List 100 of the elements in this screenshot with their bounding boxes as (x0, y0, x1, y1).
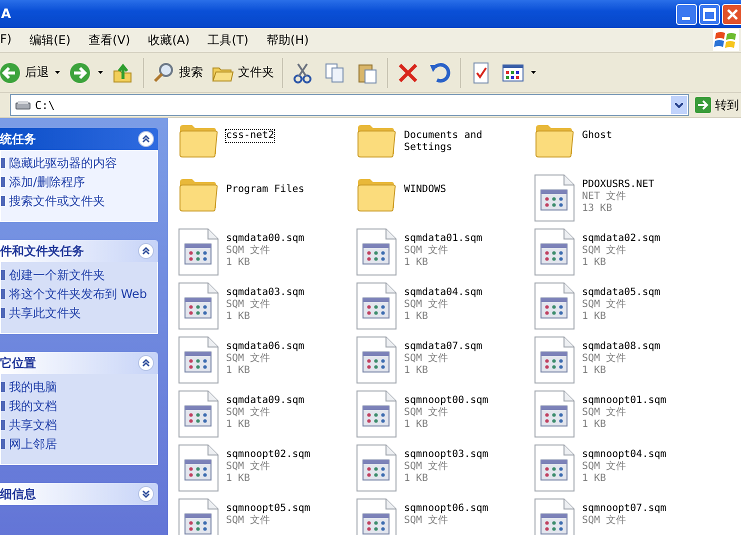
back-button[interactable]: 后退 (0, 58, 53, 86)
menu-item[interactable]: 收藏(A) (146, 32, 192, 48)
file-icon (178, 336, 220, 384)
task-link[interactable]: 添加/删除程序 (9, 175, 86, 190)
undo-icon (428, 60, 452, 84)
file-size: 1 KB (582, 419, 606, 431)
file-type: SQM 文件 (404, 461, 448, 473)
file-icon (356, 228, 398, 276)
task-pane-title: 它位置 (0, 354, 36, 372)
file-name[interactable]: Program Files (226, 184, 304, 196)
file-size: 1 KB (226, 419, 250, 431)
file-icon (356, 282, 398, 330)
search-button[interactable]: 搜索 (148, 58, 207, 86)
file-name[interactable]: Ghost (582, 130, 612, 142)
task-link[interactable]: 隐藏此驱动器的内容 (9, 156, 117, 171)
file-name[interactable]: sqmdata08.sqm (582, 341, 660, 353)
maximize-button[interactable] (699, 4, 720, 24)
expand-icon[interactable] (138, 486, 154, 502)
task-pane-header[interactable]: 它位置 (0, 352, 158, 374)
file-icon (534, 336, 576, 384)
file-name[interactable]: css-net2 (226, 130, 274, 142)
file-icon (534, 390, 576, 438)
file-icon (356, 336, 398, 384)
file-icon (178, 390, 220, 438)
file-name[interactable]: sqmdata05.sqm (582, 287, 660, 299)
close-button[interactable] (722, 4, 741, 24)
file-name[interactable]: sqmdata06.sqm (226, 341, 304, 353)
go-button[interactable]: 转到 (693, 96, 741, 114)
window-title: A (1, 6, 12, 22)
file-name[interactable]: sqmnoopt06.sqm (404, 503, 488, 515)
menu-item[interactable]: 编辑(E) (28, 32, 73, 48)
file-name[interactable]: Documents and Settings (404, 130, 514, 154)
task-link[interactable]: 搜索文件或文件夹 (9, 194, 105, 209)
file-size: 1 KB (404, 473, 428, 485)
file-type: SQM 文件 (226, 245, 270, 257)
task-pane-header[interactable]: 细信息 (0, 483, 158, 505)
task-pane-title: 细信息 (0, 486, 36, 502)
file-name[interactable]: sqmnoopt02.sqm (226, 449, 310, 461)
file-icon (356, 390, 398, 438)
chevron-down-icon (675, 102, 683, 108)
menu-item[interactable]: 工具(T) (206, 32, 250, 48)
collapse-icon[interactable] (138, 131, 154, 147)
task-link[interactable]: 创建一个新文件夹 (9, 268, 105, 283)
file-name[interactable]: sqmnoopt07.sqm (582, 503, 666, 515)
file-type: SQM 文件 (582, 461, 626, 473)
file-icon (178, 444, 220, 492)
task-link[interactable]: 将这个文件夹发布到 Web (9, 287, 147, 302)
file-name[interactable]: sqmdata03.sqm (226, 287, 304, 299)
file-name[interactable]: sqmnoopt00.sqm (404, 395, 488, 407)
file-name[interactable]: sqmnoopt04.sqm (582, 449, 666, 461)
file-name[interactable]: sqmdata09.sqm (226, 395, 304, 407)
windows-logo-icon (713, 29, 739, 51)
task-link[interactable]: 共享文档 (9, 418, 57, 433)
menu-item[interactable]: 帮助(H) (264, 32, 311, 48)
file-type: NET 文件 (582, 191, 626, 203)
file-size: 1 KB (582, 311, 606, 323)
file-type: SQM 文件 (582, 353, 626, 365)
collapse-icon[interactable] (138, 355, 154, 371)
close-icon (727, 8, 738, 20)
file-size: 1 KB (226, 257, 250, 269)
dropdown-button[interactable] (671, 96, 687, 114)
file-name[interactable]: sqmdata01.sqm (404, 233, 482, 245)
file-type: SQM 文件 (226, 515, 270, 527)
minimize-icon (682, 16, 690, 20)
task-link[interactable]: 我的电脑 (9, 380, 57, 395)
task-link[interactable]: 网上邻居 (9, 437, 57, 452)
file-name[interactable]: PDOXUSRS.NET (582, 179, 654, 191)
file-size: 1 KB (404, 311, 428, 323)
collapse-icon[interactable] (138, 243, 154, 259)
file-icon (178, 228, 220, 276)
file-size: 1 KB (404, 257, 428, 269)
file-name[interactable]: WINDOWS (404, 184, 446, 196)
address-field[interactable]: C:\ (10, 94, 689, 116)
minimize-button[interactable] (676, 4, 697, 24)
task-link[interactable]: 我的文档 (9, 399, 57, 414)
file-type: SQM 文件 (404, 299, 448, 311)
task-pane-header[interactable]: 件和文件夹任务 (0, 240, 158, 262)
forward-icon (68, 60, 92, 84)
task-pane-header[interactable]: 统任务 (0, 128, 158, 150)
file-size: 1 KB (226, 365, 250, 377)
search-icon (152, 60, 176, 84)
menu-item[interactable]: 查看(V) (86, 32, 132, 48)
file-name[interactable]: sqmdata02.sqm (582, 233, 660, 245)
file-name[interactable]: sqmdata00.sqm (226, 233, 304, 245)
file-icon (534, 228, 576, 276)
file-name[interactable]: sqmnoopt05.sqm (226, 503, 310, 515)
file-type: SQM 文件 (582, 245, 626, 257)
file-name[interactable]: sqmdata04.sqm (404, 287, 482, 299)
file-icon (534, 444, 576, 492)
menu-item[interactable]: F) (0, 32, 14, 48)
task-pane-title: 件和文件夹任务 (0, 242, 84, 260)
file-type: SQM 文件 (404, 353, 448, 365)
file-type: SQM 文件 (404, 245, 448, 257)
file-type: SQM 文件 (226, 461, 270, 473)
file-name[interactable]: sqmdata07.sqm (404, 341, 482, 353)
task-link[interactable]: 共享此文件夹 (9, 306, 81, 321)
file-type: SQM 文件 (582, 299, 626, 311)
file-name[interactable]: sqmnoopt01.sqm (582, 395, 666, 407)
file-name[interactable]: sqmnoopt03.sqm (404, 449, 488, 461)
folders-button[interactable]: 文件夹 (207, 58, 278, 86)
